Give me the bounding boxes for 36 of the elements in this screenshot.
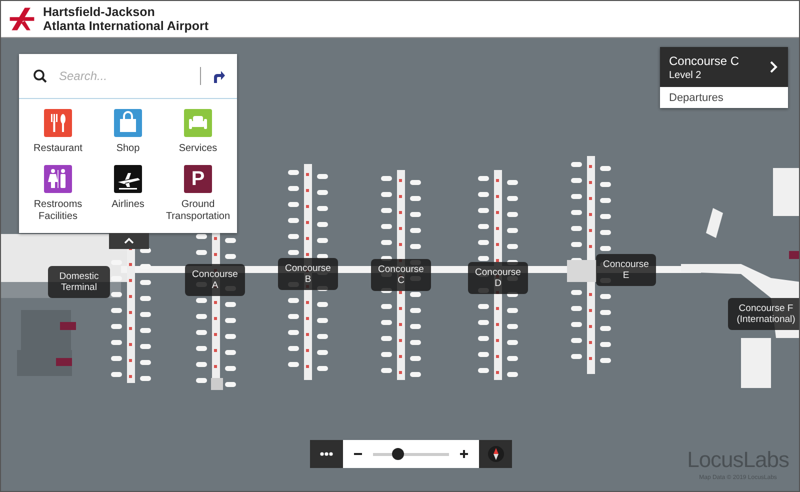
map-label[interactable]: Concourse B (278, 258, 338, 290)
airport-name: Atlanta International Airport (43, 19, 209, 33)
more-button[interactable] (310, 440, 343, 468)
category-button[interactable]: Services (163, 109, 233, 155)
location-title: Concourse C (669, 54, 740, 68)
map-label[interactable]: Concourse C (371, 259, 431, 291)
collapse-tab[interactable] (109, 233, 149, 249)
category-button[interactable]: Restrooms Facilities (23, 165, 93, 223)
location-card[interactable]: Concourse C Level 2 (660, 47, 788, 87)
turn-arrow-icon (211, 69, 225, 83)
compass-button[interactable] (479, 440, 512, 468)
map-marker-icon[interactable] (789, 251, 799, 259)
airport-name: Hartsfield-Jackson (43, 5, 156, 19)
map-label[interactable]: Concourse F (International) (728, 298, 799, 330)
map-label[interactable]: Concourse D (468, 262, 528, 294)
map-label[interactable]: Concourse E (596, 254, 656, 286)
map-marker-icon[interactable] (56, 358, 72, 366)
directions-button[interactable] (211, 69, 225, 83)
category-button[interactable]: P Ground Transportation (163, 165, 233, 223)
map-label[interactable]: Concourse A (185, 264, 245, 296)
slider-thumb[interactable] (392, 448, 404, 460)
category-button[interactable]: Shop (93, 109, 163, 155)
parking-icon: P (184, 165, 212, 193)
plus-icon (459, 449, 469, 459)
zoom-in-button[interactable] (457, 447, 471, 461)
chevron-right-icon (769, 61, 778, 73)
map-marker-icon[interactable] (60, 322, 76, 330)
compass-icon (488, 446, 504, 462)
search-icon (33, 69, 47, 83)
caret-icon (124, 237, 134, 245)
category-button[interactable]: Airlines (93, 165, 163, 223)
dots-icon (320, 452, 333, 456)
map-label[interactable]: Domestic Terminal (48, 266, 110, 298)
level-label: Level 2 (669, 70, 702, 80)
category-button[interactable]: Restaurant (23, 109, 93, 155)
departures-button[interactable]: Departures (660, 87, 788, 108)
